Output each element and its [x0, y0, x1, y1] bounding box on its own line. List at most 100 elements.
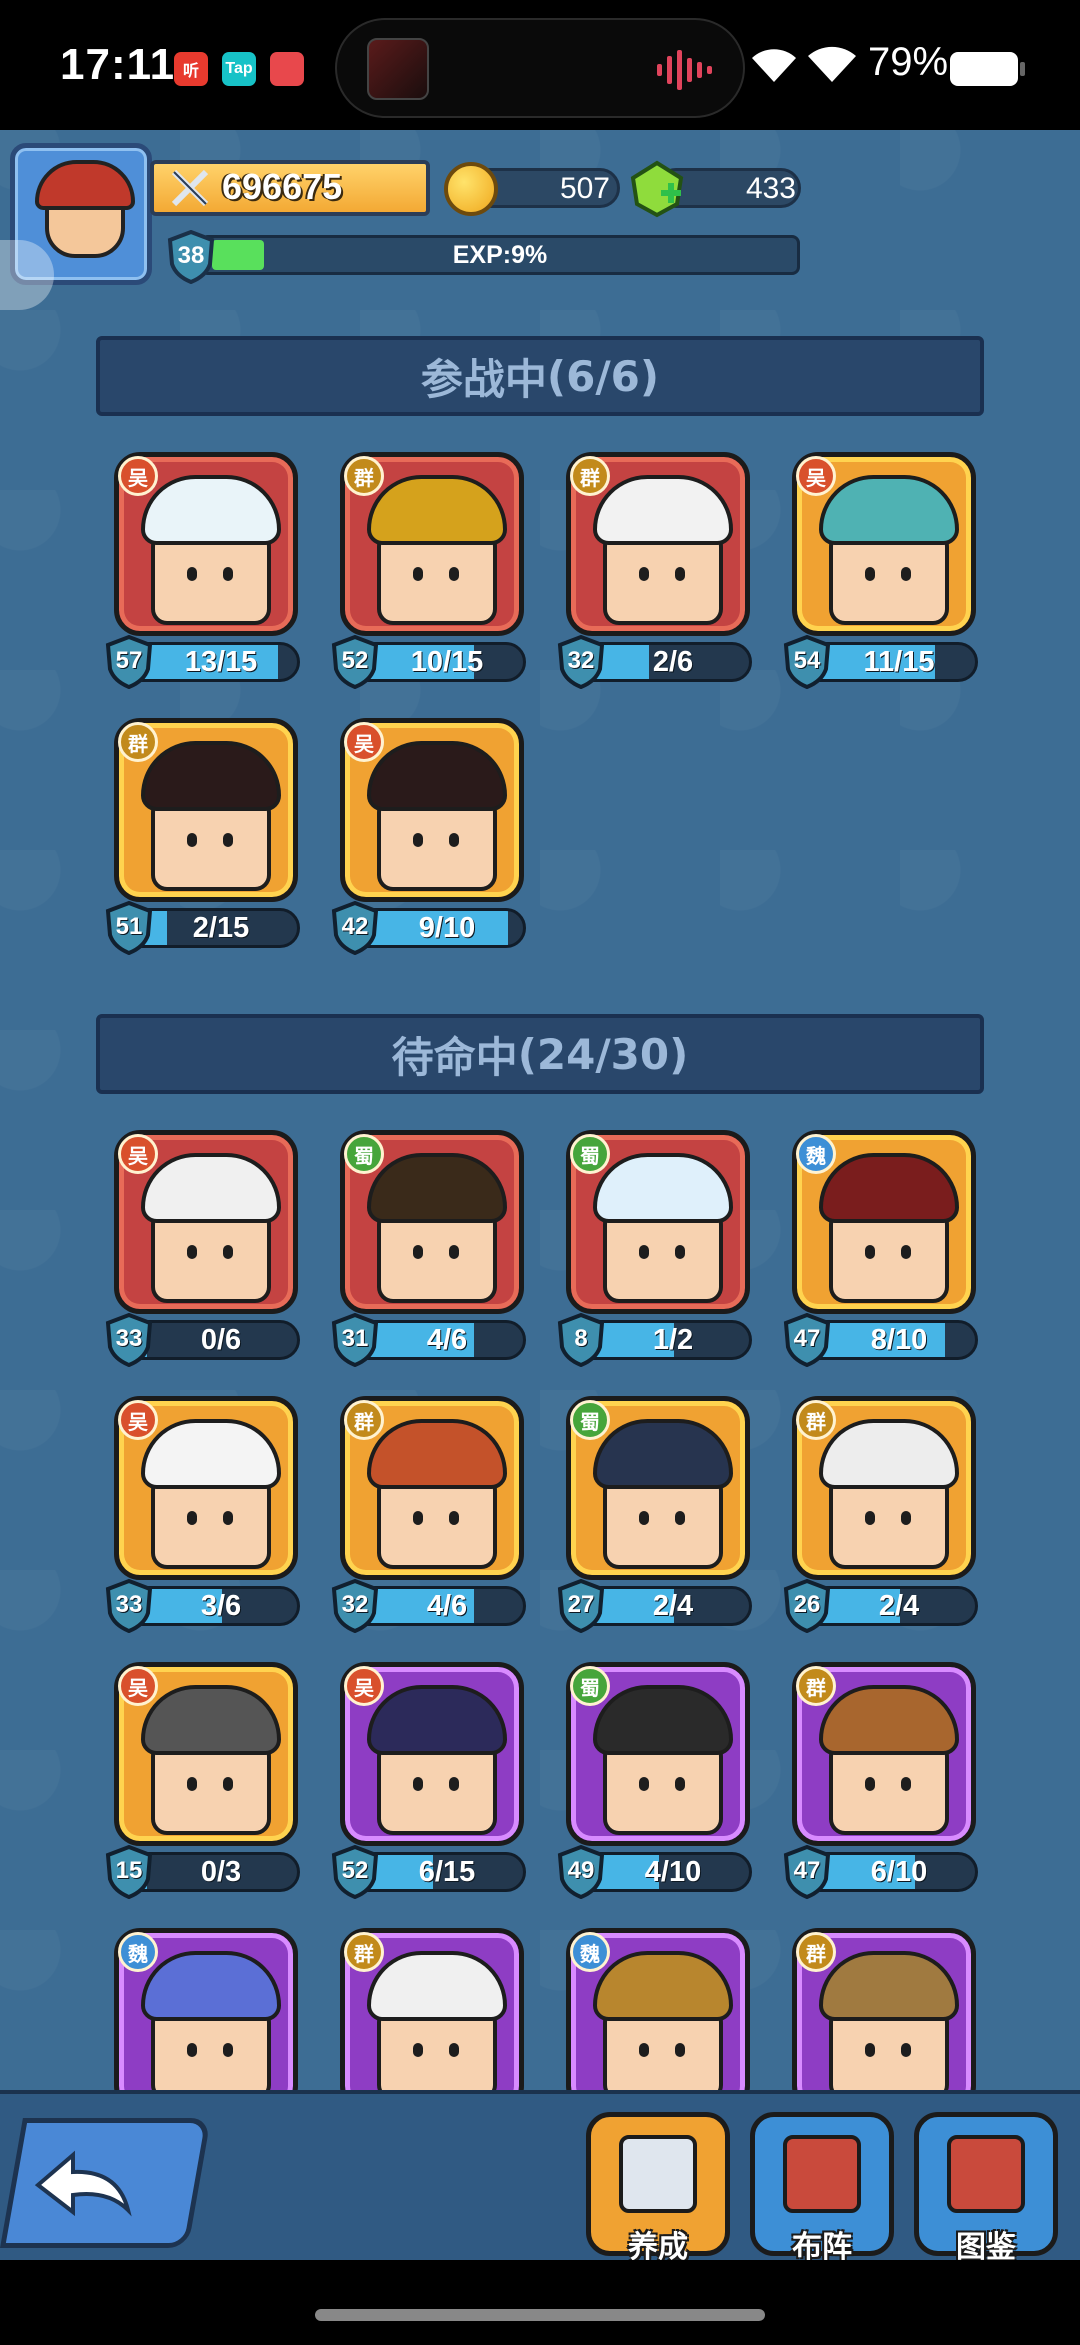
- hero-hair: [141, 741, 281, 811]
- faction-badge: 魏: [796, 1134, 836, 1174]
- section-count-active: (6/6): [546, 351, 660, 401]
- gem-value: 433: [745, 172, 796, 205]
- hero-eye: [413, 833, 423, 847]
- hero-level: 26: [793, 1591, 821, 1618]
- faction-badge: 群: [344, 1400, 384, 1440]
- notification-app-icon: Tap: [222, 52, 256, 86]
- audio-wave-icon: [657, 50, 712, 90]
- hero-level: 49: [567, 1857, 595, 1884]
- hero-eye: [413, 1245, 423, 1259]
- dynamic-island: [335, 18, 745, 118]
- hero-hair: [141, 1685, 281, 1755]
- hero-eye: [223, 1245, 233, 1259]
- now-playing-art: [367, 38, 429, 100]
- hero-hair: [141, 1951, 281, 2021]
- codex-book-icon: [947, 2135, 1025, 2213]
- faction-badge: 吴: [118, 456, 158, 496]
- hero-eye: [449, 2043, 459, 2057]
- hero-level: 15: [115, 1857, 143, 1884]
- faction-badge: 吴: [344, 1666, 384, 1706]
- hero-hair: [593, 1951, 733, 2021]
- hero-eye: [413, 1511, 423, 1525]
- faction-badge: 群: [344, 1932, 384, 1972]
- faction-badge: 吴: [796, 456, 836, 496]
- hero-eye: [639, 1777, 649, 1791]
- hero-level: 27: [567, 1591, 595, 1618]
- hero-eye: [865, 1245, 875, 1259]
- combat-power-value: 696675: [222, 166, 343, 207]
- hero-level: 33: [115, 1325, 143, 1352]
- section-header-standby: 待命中 (24/30): [96, 1014, 984, 1094]
- faction-badge: 群: [796, 1932, 836, 1972]
- faction-badge: 蜀: [344, 1134, 384, 1174]
- hero-level: 42: [341, 913, 369, 940]
- formation-book-icon: [783, 2135, 861, 2213]
- hero-eye: [187, 833, 197, 847]
- back-arrow-icon: [34, 2150, 132, 2217]
- hero-level: 47: [793, 1325, 821, 1352]
- hero-hair: [141, 475, 281, 545]
- status-time: 17:11: [60, 40, 176, 89]
- wifi-icon: [808, 46, 856, 82]
- exp-text: EXP:9%: [452, 241, 548, 269]
- hero-eye: [865, 2043, 875, 2057]
- faction-badge: 魏: [570, 1932, 610, 1972]
- hero-level: 52: [341, 1857, 369, 1884]
- home-indicator: [315, 2309, 765, 2321]
- faction-badge: 蜀: [570, 1400, 610, 1440]
- hero-eye: [865, 1777, 875, 1791]
- hero-eye: [187, 1511, 197, 1525]
- hero-hair: [819, 475, 959, 545]
- faction-badge: 蜀: [570, 1134, 610, 1174]
- hero-hair: [367, 1685, 507, 1755]
- hero-eye: [675, 1777, 685, 1791]
- avatar-hat: [35, 160, 135, 210]
- hero-level: 33: [115, 1591, 143, 1618]
- hero-hair: [367, 1951, 507, 2021]
- battery-icon: [950, 52, 1018, 86]
- section-header-active: 参战中 (6/6): [96, 336, 984, 416]
- faction-badge: 群: [796, 1666, 836, 1706]
- hero-eye: [675, 1245, 685, 1259]
- hero-level: 8: [574, 1325, 588, 1352]
- hero-hair: [367, 1153, 507, 1223]
- hero-hair: [593, 1685, 733, 1755]
- hero-level: 31: [341, 1325, 369, 1352]
- hero-level: 32: [341, 1591, 369, 1618]
- hero-level: 57: [115, 647, 143, 674]
- faction-badge: 蜀: [570, 1666, 610, 1706]
- hero-eye: [675, 1511, 685, 1525]
- hero-eye: [449, 1777, 459, 1791]
- hero-eye: [223, 2043, 233, 2057]
- hero-eye: [901, 1511, 911, 1525]
- hero-eye: [865, 1511, 875, 1525]
- faction-badge: 吴: [118, 1134, 158, 1174]
- hero-eye: [187, 1245, 197, 1259]
- hero-level: 47: [793, 1857, 821, 1884]
- hero-hair: [367, 741, 507, 811]
- faction-badge: 魏: [118, 1932, 158, 1972]
- hero-hair: [819, 1685, 959, 1755]
- hero-eye: [865, 567, 875, 581]
- hero-eye: [449, 1511, 459, 1525]
- hero-eye: [901, 567, 911, 581]
- hero-hair: [819, 1951, 959, 2021]
- hero-eye: [449, 1245, 459, 1259]
- hero-eye: [675, 567, 685, 581]
- battery-percent: 79%: [868, 40, 949, 84]
- crossed-swords-icon: [171, 169, 209, 207]
- faction-badge: 吴: [118, 1666, 158, 1706]
- coin-value: 507: [559, 172, 610, 205]
- hero-eye: [413, 1777, 423, 1791]
- section-title-active: 参战中: [420, 354, 547, 404]
- signal-icon: [752, 49, 796, 82]
- faction-badge: 群: [570, 456, 610, 496]
- hero-level: 52: [341, 647, 369, 674]
- hero-hair: [819, 1153, 959, 1223]
- hero-eye: [187, 567, 197, 581]
- hero-hair: [141, 1153, 281, 1223]
- home-area: [0, 2260, 1080, 2345]
- faction-badge: 吴: [344, 722, 384, 762]
- hero-eye: [413, 567, 423, 581]
- faction-badge: 群: [796, 1400, 836, 1440]
